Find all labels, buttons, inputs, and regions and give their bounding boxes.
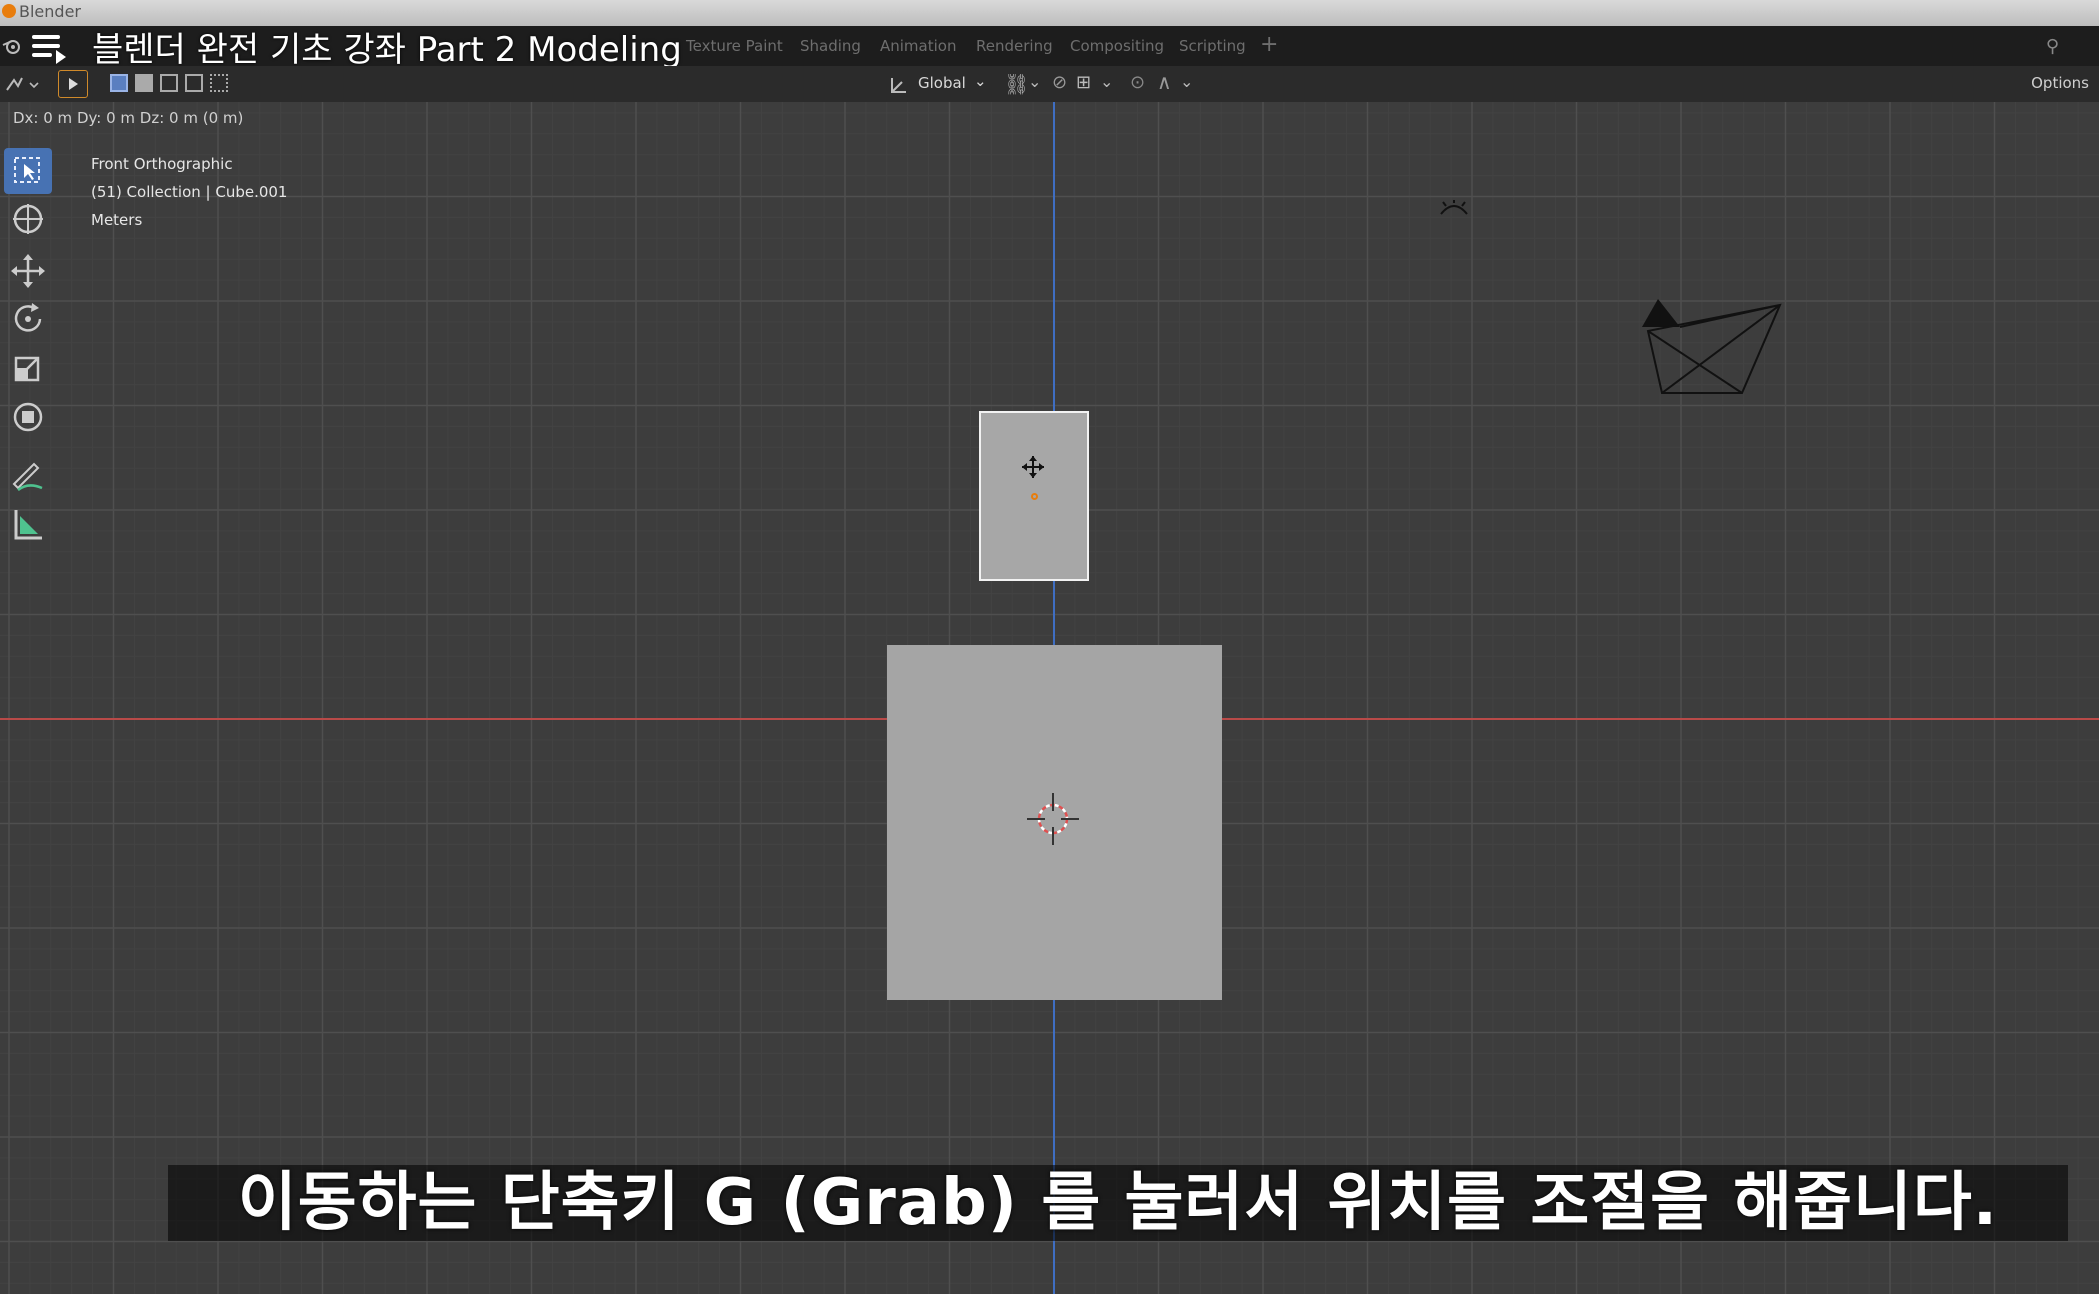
select-extend-icon[interactable] — [135, 74, 153, 92]
playlist-menu-icon[interactable] — [32, 33, 66, 64]
select-intersect-icon[interactable] — [210, 74, 228, 92]
cursor-icon — [13, 204, 43, 234]
tool-scale[interactable] — [4, 346, 52, 392]
tab-scripting[interactable]: Scripting — [1179, 37, 1246, 55]
blender-menu-icon[interactable] — [2, 37, 22, 55]
tool-cursor[interactable] — [4, 196, 52, 242]
select-mode-icon[interactable] — [58, 70, 88, 98]
3d-cursor-icon[interactable] — [1025, 791, 1081, 847]
transform-orientation-dropdown[interactable]: Global ⌄ — [886, 72, 992, 96]
tab-compositing[interactable]: Compositing — [1070, 37, 1164, 55]
tool-transform[interactable] — [4, 394, 52, 440]
falloff-icon[interactable]: ∧ — [1157, 70, 1172, 94]
chevron-down-icon: ⌄ — [974, 72, 987, 90]
select-subtract-icon[interactable] — [160, 74, 178, 92]
pivot-point-icon[interactable]: ⛓ — [1004, 72, 1029, 96]
editor-type-icon[interactable] — [4, 74, 40, 96]
annotate-icon — [12, 462, 43, 492]
collection-info: (51) Collection | Cube.001 — [91, 183, 288, 201]
viewport-header: Global ⌄ ⛓ ⌄ ⊘ ⊞ ⌄ ⊙ ∧ ⌄ Options — [0, 66, 2099, 102]
move-cursor-icon — [1022, 456, 1044, 478]
options-label: Options — [2031, 74, 2089, 92]
window-title: Blender — [19, 2, 81, 21]
camera-object-icon[interactable] — [1640, 297, 1790, 397]
tab-animation[interactable]: Animation — [880, 37, 956, 55]
select-box-icon — [14, 157, 40, 183]
chevron-down-icon: ⌄ — [1100, 72, 1114, 91]
transform-icon — [13, 402, 43, 432]
video-title[interactable]: 블렌더 완전 기초 강좌 Part 2 Modeling — [92, 22, 682, 71]
tool-rotate[interactable] — [4, 296, 52, 342]
origin-point — [1031, 493, 1038, 500]
video-subtitle: 이동하는 단축키 G (Grab) 를 눌러서 위치를 조절을 해줍니다. — [168, 1165, 2068, 1241]
chevron-down-icon: ⌄ — [1028, 72, 1042, 91]
scene-icon[interactable]: ⚲ — [2046, 36, 2059, 57]
tab-texture-paint[interactable]: Texture Paint — [686, 37, 783, 55]
tool-measure[interactable] — [4, 502, 52, 548]
snap-target-icon[interactable]: ⊞ — [1076, 72, 1091, 93]
select-new-icon[interactable] — [110, 74, 128, 92]
tool-move[interactable] — [4, 248, 52, 294]
view-name: Front Orthographic — [91, 155, 233, 173]
units-label: Meters — [91, 211, 143, 229]
scale-icon — [14, 356, 40, 382]
3d-viewport[interactable] — [0, 102, 2099, 1294]
snap-icon[interactable]: ⊘ — [1052, 72, 1067, 93]
options-dropdown[interactable]: Options — [2031, 72, 2089, 96]
tool-annotate[interactable] — [4, 452, 52, 498]
transform-orientation-value: Global — [918, 74, 966, 92]
measure-icon — [14, 510, 42, 540]
transform-delta-readout: Dx: 0 m Dy: 0 m Dz: 0 m (0 m) — [13, 109, 244, 127]
tab-rendering[interactable]: Rendering — [976, 37, 1053, 55]
move-icon — [11, 254, 45, 288]
light-object-icon[interactable] — [1437, 200, 1471, 220]
viewport-info-overlay: Front Orthographic (51) Collection | Cub… — [91, 150, 287, 234]
blender-logo-icon — [2, 4, 16, 18]
proportional-edit-icon[interactable]: ⊙ — [1130, 72, 1145, 93]
tab-shading[interactable]: Shading — [800, 37, 861, 55]
tool-select-box[interactable] — [4, 148, 52, 194]
rotate-icon — [14, 303, 42, 332]
cube-001-object[interactable] — [979, 411, 1089, 581]
chevron-down-icon: ⌄ — [1180, 72, 1194, 91]
add-workspace-button[interactable]: + — [1260, 32, 1278, 57]
select-invert-icon[interactable] — [185, 74, 203, 92]
